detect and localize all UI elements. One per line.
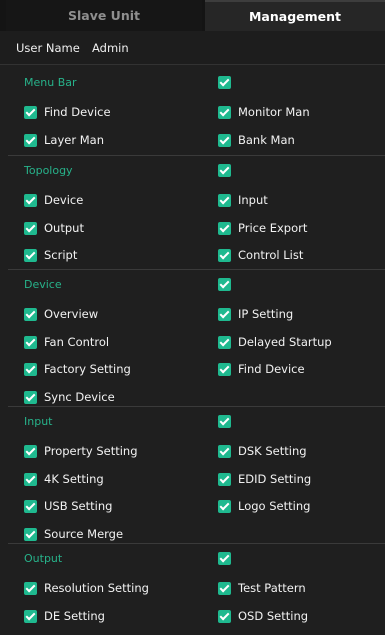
device-sync-device-checkbox[interactable]: [24, 390, 37, 404]
section-title-input: Input: [24, 415, 53, 428]
permission-panel: Slave Unit Management User Name Admin Me…: [0, 0, 385, 635]
output-osd-setting-checkbox[interactable]: [218, 609, 231, 623]
section-title-topology: Topology: [24, 164, 73, 177]
output-test-pattern-checkbox[interactable]: [218, 582, 231, 595]
menu-bar-layer-man-label: Layer Man: [44, 132, 104, 147]
section-divider: [8, 406, 385, 407]
input-edid-setting-label: EDID Setting: [238, 471, 312, 486]
user-name-label: User Name: [16, 41, 80, 55]
device-fan-control-checkbox[interactable]: [24, 335, 37, 349]
topology-device-checkbox[interactable]: [24, 194, 37, 207]
topology-output-label: Output: [44, 220, 84, 235]
user-name-row: User Name Admin: [0, 31, 385, 65]
menu-bar-monitor-man-checkbox[interactable]: [218, 106, 231, 119]
device-fan-control-label: Fan Control: [44, 334, 110, 349]
output-resolution-setting-label: Resolution Setting: [44, 581, 149, 595]
select-all-input-checkbox[interactable]: [218, 415, 231, 428]
device-overview-label: Overview: [44, 307, 99, 321]
menu-bar-monitor-man-label: Monitor Man: [238, 105, 310, 119]
section-title-menu-bar: Menu Bar: [24, 76, 77, 89]
input-dsk-setting-label: DSK Setting: [238, 444, 307, 458]
input-source-merge-checkbox[interactable]: [24, 527, 37, 541]
input-property-setting-label: Property Setting: [44, 444, 138, 458]
device-factory-setting-checkbox[interactable]: [24, 363, 37, 376]
tab-management[interactable]: Management: [205, 0, 385, 31]
menu-bar-find-device-checkbox[interactable]: [24, 106, 37, 119]
topology-device-label: Device: [44, 193, 84, 207]
menu-bar-find-device-label: Find Device: [44, 105, 111, 119]
device-delayed-startup-label: Delayed Startup: [238, 334, 332, 349]
device-factory-setting-label: Factory Setting: [44, 362, 131, 376]
input-dsk-setting-checkbox[interactable]: [218, 445, 231, 458]
device-delayed-startup-checkbox[interactable]: [218, 335, 231, 349]
topology-script-label: Script: [44, 248, 78, 262]
section-title-device: Device: [24, 278, 62, 291]
topology-price-export-label: Price Export: [238, 220, 308, 235]
select-all-menu-bar-checkbox[interactable]: [218, 76, 231, 89]
input-source-merge-label: Source Merge: [44, 526, 124, 541]
output-test-pattern-label: Test Pattern: [238, 581, 306, 595]
topology-control-list-label: Control List: [238, 248, 304, 262]
topology-input-checkbox[interactable]: [218, 194, 231, 207]
device-sync-device-label: Sync Device: [44, 389, 115, 404]
tab-bar: Slave Unit Management: [0, 0, 385, 31]
section-divider: [8, 269, 385, 270]
device-ip-setting-label: IP Setting: [238, 307, 294, 321]
select-all-output-checkbox[interactable]: [218, 552, 231, 565]
topology-script-checkbox[interactable]: [24, 249, 37, 262]
menu-bar-layer-man-checkbox[interactable]: [24, 133, 37, 147]
user-name-value: Admin: [92, 41, 129, 55]
input-logo-setting-label: Logo Setting: [238, 499, 311, 513]
menu-bar-bank-man-label: Bank Man: [238, 132, 295, 147]
menu-bar-bank-man-checkbox[interactable]: [218, 133, 231, 147]
section-divider: [8, 543, 385, 544]
topology-output-checkbox[interactable]: [24, 221, 37, 235]
input-4k-setting-label: 4K Setting: [44, 471, 104, 486]
select-all-device-checkbox[interactable]: [218, 278, 231, 291]
device-ip-setting-checkbox[interactable]: [218, 308, 231, 321]
select-all-topology-checkbox[interactable]: [218, 164, 231, 177]
output-osd-setting-label: OSD Setting: [238, 608, 309, 623]
output-de-setting-checkbox[interactable]: [24, 609, 37, 623]
topology-control-list-checkbox[interactable]: [218, 249, 231, 262]
input-4k-setting-checkbox[interactable]: [24, 472, 37, 486]
input-property-setting-checkbox[interactable]: [24, 445, 37, 458]
output-resolution-setting-checkbox[interactable]: [24, 582, 37, 595]
section-divider: [8, 155, 385, 156]
section-title-output: Output: [24, 552, 63, 565]
input-logo-setting-checkbox[interactable]: [218, 500, 231, 513]
device-overview-checkbox[interactable]: [24, 308, 37, 321]
input-usb-setting-label: USB Setting: [44, 499, 113, 513]
topology-input-label: Input: [238, 193, 268, 207]
input-edid-setting-checkbox[interactable]: [218, 472, 231, 486]
input-usb-setting-checkbox[interactable]: [24, 500, 37, 513]
device-find-device-label: Find Device: [238, 362, 305, 376]
topology-price-export-checkbox[interactable]: [218, 221, 231, 235]
output-de-setting-label: DE Setting: [44, 608, 105, 623]
tab-slave-unit[interactable]: Slave Unit: [6, 0, 202, 31]
device-find-device-checkbox[interactable]: [218, 363, 231, 376]
